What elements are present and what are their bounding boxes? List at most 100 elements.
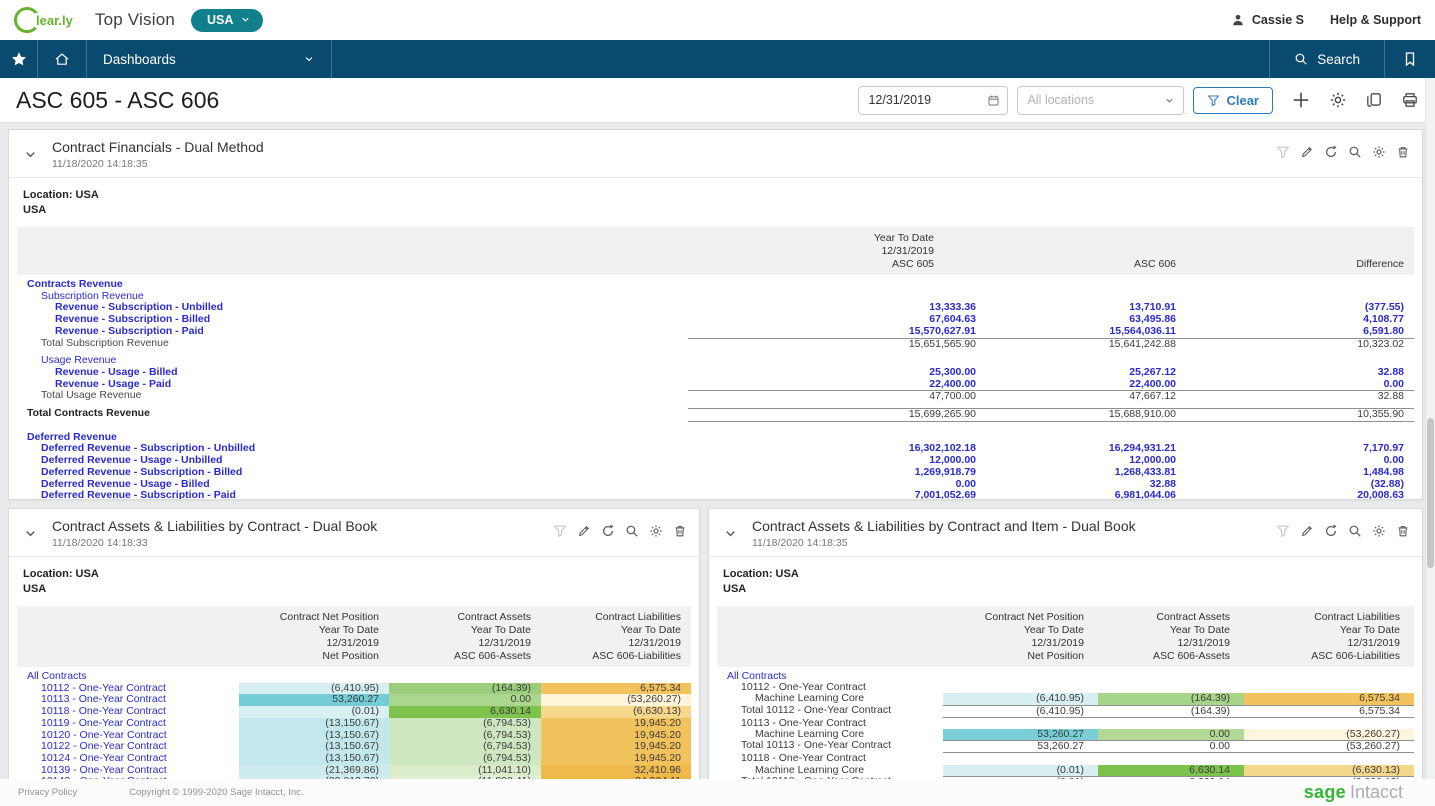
cell-value[interactable]: 1,269,918.79: [688, 467, 986, 479]
refresh-icon[interactable]: [1324, 145, 1338, 159]
user-icon: [1231, 13, 1245, 27]
scrollbar-thumb[interactable]: [1427, 418, 1434, 568]
edit-icon[interactable]: [1300, 524, 1314, 538]
cell-value[interactable]: 7,170.97: [1186, 443, 1414, 455]
cell-value[interactable]: 6,981,044.06: [986, 490, 1186, 500]
report-row: Machine Learning Core(0.01)6,630.14(6,63…: [717, 765, 1414, 776]
add-component-button[interactable]: [1291, 90, 1311, 110]
row-label[interactable]: 10112 - One-Year Contract: [17, 683, 239, 695]
cell-value[interactable]: 1,268,433.81: [986, 467, 1186, 479]
edit-icon[interactable]: [577, 524, 591, 538]
refresh-icon[interactable]: [1324, 524, 1338, 538]
cell-value[interactable]: 0.00: [1186, 379, 1414, 391]
dashboards-label: Dashboards: [103, 52, 176, 67]
filter-icon[interactable]: [553, 524, 567, 538]
edit-icon[interactable]: [1300, 145, 1314, 159]
collapse-panel-button[interactable]: [723, 526, 738, 541]
zoom-icon[interactable]: [1348, 145, 1362, 159]
column-header-band: Contract Net PositionYear To Date12/31/2…: [717, 606, 1414, 667]
vertical-scrollbar[interactable]: [1425, 78, 1435, 806]
search-button[interactable]: Search: [1269, 40, 1384, 78]
filter-icon[interactable]: [1276, 524, 1290, 538]
row-label[interactable]: Revenue - Usage - Billed: [17, 367, 688, 379]
gear-icon[interactable]: [1372, 524, 1386, 538]
row-label[interactable]: 10122 - One-Year Contract: [17, 741, 239, 753]
chevron-down-icon: [240, 14, 251, 25]
row-label[interactable]: 10113 - One-Year Contract: [17, 694, 239, 706]
cell-value: (164.39): [1098, 693, 1244, 704]
row-label[interactable]: 10118 - One-Year Contract: [17, 706, 239, 718]
row-label[interactable]: Deferred Revenue: [17, 432, 688, 444]
print-button[interactable]: [1401, 91, 1419, 109]
bookmark-button[interactable]: [1384, 40, 1435, 78]
column-header: Contract LiabilitiesYear To Date12/31/20…: [1244, 611, 1414, 663]
duplicate-button[interactable]: [1365, 91, 1383, 109]
refresh-icon[interactable]: [601, 524, 615, 538]
row-label[interactable]: Subscription Revenue: [17, 291, 688, 303]
cell-value[interactable]: 25,300.00: [688, 367, 986, 379]
cell-empty: [1244, 671, 1414, 682]
gear-icon[interactable]: [649, 524, 663, 538]
favorites-button[interactable]: [0, 40, 38, 78]
row-label[interactable]: Usage Revenue: [17, 355, 688, 367]
row-label[interactable]: Deferred Revenue - Usage - Unbilled: [17, 455, 688, 467]
cell-value[interactable]: 25,267.12: [986, 367, 1186, 379]
cell-value[interactable]: 32.88: [1186, 367, 1414, 379]
row-label[interactable]: All Contracts: [17, 671, 239, 683]
row-label[interactable]: Deferred Revenue - Subscription - Paid: [17, 490, 688, 500]
cell-value[interactable]: 20,008.63: [1186, 490, 1414, 500]
row-label[interactable]: Revenue - Subscription - Paid: [17, 326, 688, 338]
date-filter[interactable]: [858, 86, 1008, 115]
cell-value[interactable]: 15,570,627.91: [688, 326, 986, 338]
report-row: Total 10113 - One-Year Contract53,260.27…: [717, 740, 1414, 753]
cell-empty: [943, 753, 1098, 764]
calendar-icon[interactable]: [987, 94, 1000, 107]
report-row: Revenue - Usage - Billed25,300.0025,267.…: [17, 367, 1414, 379]
cell-value[interactable]: 7,001,052.69: [688, 490, 986, 500]
zoom-icon[interactable]: [625, 524, 639, 538]
gear-icon[interactable]: [1372, 145, 1386, 159]
row-label[interactable]: Deferred Revenue - Subscription - Unbill…: [17, 443, 688, 455]
dashboard-settings-button[interactable]: [1329, 91, 1347, 109]
row-label[interactable]: 10120 - One-Year Contract: [17, 730, 239, 742]
user-name: Cassie S: [1252, 13, 1304, 27]
help-support-link[interactable]: Help & Support: [1330, 13, 1421, 27]
row-label: Total 10112 - One-Year Contract: [717, 705, 943, 718]
collapse-panel-button[interactable]: [23, 147, 38, 162]
dashboards-menu[interactable]: Dashboards: [87, 40, 332, 78]
row-label[interactable]: Revenue - Usage - Paid: [17, 379, 688, 391]
row-label[interactable]: 10124 - One-Year Contract: [17, 753, 239, 765]
cell-value: (53,260.27): [1244, 741, 1414, 752]
trash-icon[interactable]: [673, 524, 687, 538]
privacy-policy-link[interactable]: Privacy Policy: [18, 787, 77, 798]
row-label[interactable]: All Contracts: [717, 671, 943, 682]
cell-value[interactable]: 1,484.98: [1186, 467, 1414, 479]
zoom-icon[interactable]: [1348, 524, 1362, 538]
clearly-logo[interactable]: lear.ly: [14, 7, 73, 33]
entity-selector[interactable]: USA: [191, 9, 263, 32]
user-menu[interactable]: Cassie S: [1231, 13, 1304, 27]
row-label[interactable]: Revenue - Subscription - Billed: [17, 314, 688, 326]
cell-value[interactable]: 15,564,036.11: [986, 326, 1186, 338]
row-label: Total Subscription Revenue: [17, 338, 688, 351]
row-label[interactable]: 10119 - One-Year Contract: [17, 718, 239, 730]
cell-value[interactable]: 22,400.00: [986, 379, 1186, 391]
row-label[interactable]: Revenue - Subscription - Unbilled: [17, 302, 688, 314]
cell-value: 0.00: [1098, 729, 1244, 740]
home-button[interactable]: [38, 40, 87, 78]
clear-filters-button[interactable]: Clear: [1193, 87, 1273, 114]
trash-icon[interactable]: [1396, 145, 1410, 159]
row-label[interactable]: Deferred Revenue - Subscription - Billed: [17, 467, 688, 479]
cell-empty: [1098, 671, 1244, 682]
filter-icon[interactable]: [1276, 145, 1290, 159]
row-label[interactable]: Deferred Revenue - Usage - Billed: [17, 479, 688, 491]
row-label[interactable]: 10139 - One-Year Contract: [17, 765, 239, 777]
column-header: Contract LiabilitiesYear To Date12/31/20…: [541, 611, 691, 663]
locations-filter[interactable]: All locations: [1017, 86, 1184, 115]
cell-value[interactable]: 22,400.00: [688, 379, 986, 391]
cell-value[interactable]: 6,591.80: [1186, 326, 1414, 338]
trash-icon[interactable]: [1396, 524, 1410, 538]
row-label[interactable]: Contracts Revenue: [17, 279, 688, 291]
collapse-panel-button[interactable]: [23, 526, 38, 541]
date-input[interactable]: [868, 93, 960, 107]
